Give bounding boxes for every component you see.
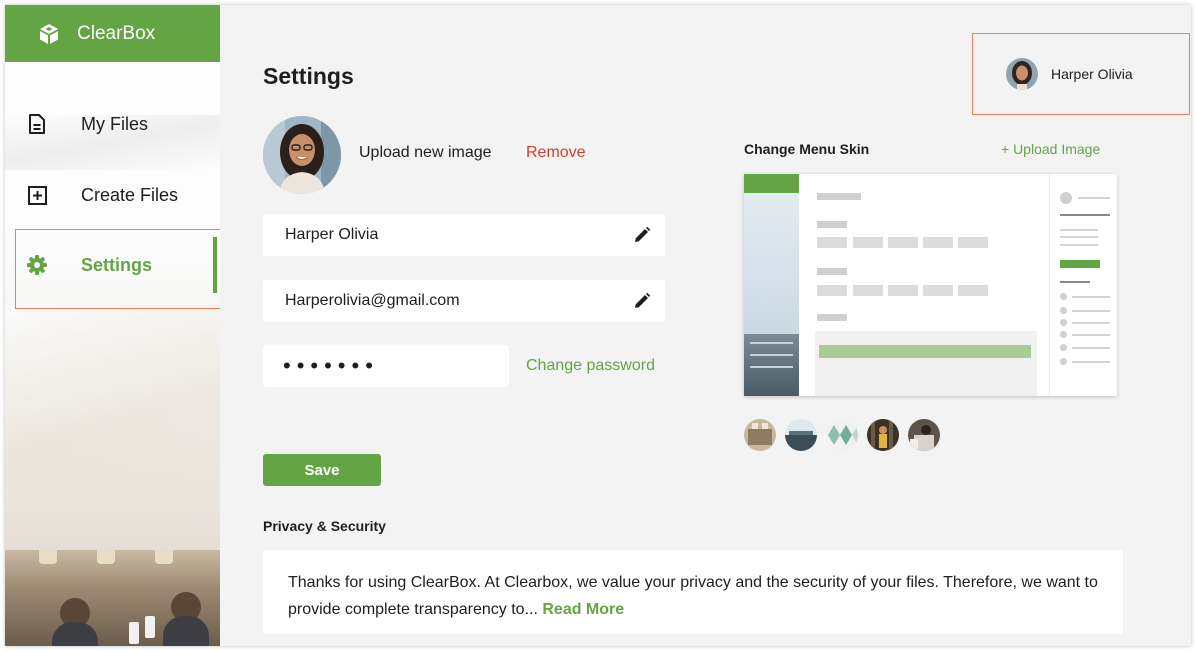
user-name: Harper Olivia [1051, 66, 1133, 82]
password-field-value: ••••••• [283, 353, 379, 378]
lamp-shape [97, 550, 115, 564]
preview-placeholder [1060, 236, 1098, 238]
preview-placeholder [888, 237, 918, 248]
preview-placeholder [1060, 260, 1100, 268]
person-shape [163, 616, 209, 646]
preview-placeholder [923, 285, 953, 296]
lamp-shape [39, 550, 57, 564]
preview-placeholder [817, 314, 847, 321]
upload-image-link[interactable]: Upload new image [359, 144, 492, 162]
selection-highlight [15, 229, 220, 309]
pencil-edit-icon[interactable] [633, 292, 651, 310]
user-profile-chip[interactable]: Harper Olivia [972, 33, 1190, 115]
cup-shape [145, 616, 155, 638]
sidebar-background-photo [5, 550, 220, 646]
name-field[interactable]: Harper Olivia [263, 214, 665, 256]
preview-placeholder [1072, 310, 1110, 312]
preview-placeholder [1060, 192, 1072, 204]
menu-skin-title: Change Menu Skin [744, 141, 870, 157]
preview-placeholder [817, 285, 847, 296]
preview-sidebar [744, 174, 799, 396]
preview-placeholder [1060, 331, 1067, 338]
app-window: ClearBox My Files Create Files Settings … [5, 5, 1191, 646]
preview-placeholder [1060, 229, 1098, 231]
preview-placeholder [1060, 344, 1067, 351]
preview-right-panel [1049, 174, 1117, 396]
profile-avatar[interactable] [263, 116, 341, 194]
remove-image-link[interactable]: Remove [526, 144, 586, 162]
preview-placeholder [958, 237, 988, 248]
plus-square-icon [27, 185, 47, 205]
preview-placeholder [1072, 347, 1110, 349]
menu-skin-preview [744, 174, 1117, 396]
brand-name: ClearBox [77, 22, 156, 44]
document-icon [27, 114, 47, 134]
avatar [1006, 58, 1038, 90]
preview-placeholder [1060, 281, 1090, 283]
privacy-section-title: Privacy & Security [263, 518, 386, 534]
preview-placeholder [817, 237, 847, 248]
sidebar-item-my-files[interactable]: My Files [5, 100, 220, 148]
skin-swatch[interactable] [744, 419, 776, 451]
preview-placeholder [1072, 296, 1110, 298]
skin-swatch[interactable] [867, 419, 899, 451]
sidebar-background-texture [5, 305, 220, 485]
sidebar-item-label: My Files [81, 113, 148, 134]
preview-placeholder [1060, 358, 1067, 365]
person-shape [52, 622, 98, 646]
name-field-value: Harper Olivia [285, 226, 379, 243]
preview-placeholder [958, 285, 988, 296]
preview-placeholder [888, 285, 918, 296]
skin-swatch[interactable] [908, 419, 940, 451]
skin-swatch[interactable] [826, 419, 858, 451]
preview-placeholder [1072, 334, 1110, 336]
preview-placeholder [817, 193, 861, 200]
skin-swatch-list [744, 419, 940, 451]
preview-placeholder [853, 285, 883, 296]
skin-swatch[interactable] [785, 419, 817, 451]
upload-skin-image-link[interactable]: + Upload Image [1001, 141, 1100, 157]
clearbox-logo-icon [40, 23, 58, 44]
preview-placeholder [1078, 197, 1110, 199]
preview-card [815, 331, 1037, 396]
preview-main [799, 174, 1039, 396]
read-more-link[interactable]: Read More [542, 601, 624, 618]
preview-background-photo [744, 334, 799, 396]
preview-placeholder [853, 237, 883, 248]
email-field-value: Harperolivia@gmail.com [285, 292, 460, 309]
password-field[interactable]: ••••••• [263, 345, 509, 387]
sidebar-item-label: Create Files [81, 184, 179, 205]
preview-placeholder [1060, 307, 1067, 314]
cup-shape [129, 622, 139, 644]
email-field[interactable]: Harperolivia@gmail.com [263, 280, 665, 322]
preview-placeholder [1060, 319, 1067, 326]
pencil-edit-icon[interactable] [633, 226, 651, 244]
preview-placeholder [1072, 322, 1110, 324]
preview-placeholder [1060, 214, 1110, 216]
preview-placeholder [817, 268, 847, 275]
sidebar-item-create-files[interactable]: Create Files [5, 171, 220, 219]
preview-placeholder [1072, 361, 1110, 363]
preview-placeholder [817, 221, 847, 228]
preview-placeholder [1060, 244, 1098, 246]
sidebar: ClearBox My Files Create Files Settings [5, 5, 220, 646]
save-button[interactable]: Save [263, 454, 381, 486]
preview-placeholder [819, 345, 1031, 358]
change-password-link[interactable]: Change password [526, 357, 655, 375]
lamp-shape [155, 550, 173, 564]
preview-sidebar-header [744, 174, 799, 193]
privacy-card: Thanks for using ClearBox. At Clearbox, … [263, 550, 1123, 634]
preview-placeholder [1060, 293, 1067, 300]
brand-header[interactable]: ClearBox [5, 5, 220, 62]
page-title: Settings [263, 63, 354, 89]
preview-placeholder [923, 237, 953, 248]
privacy-text: Thanks for using ClearBox. At Clearbox, … [288, 574, 1098, 618]
